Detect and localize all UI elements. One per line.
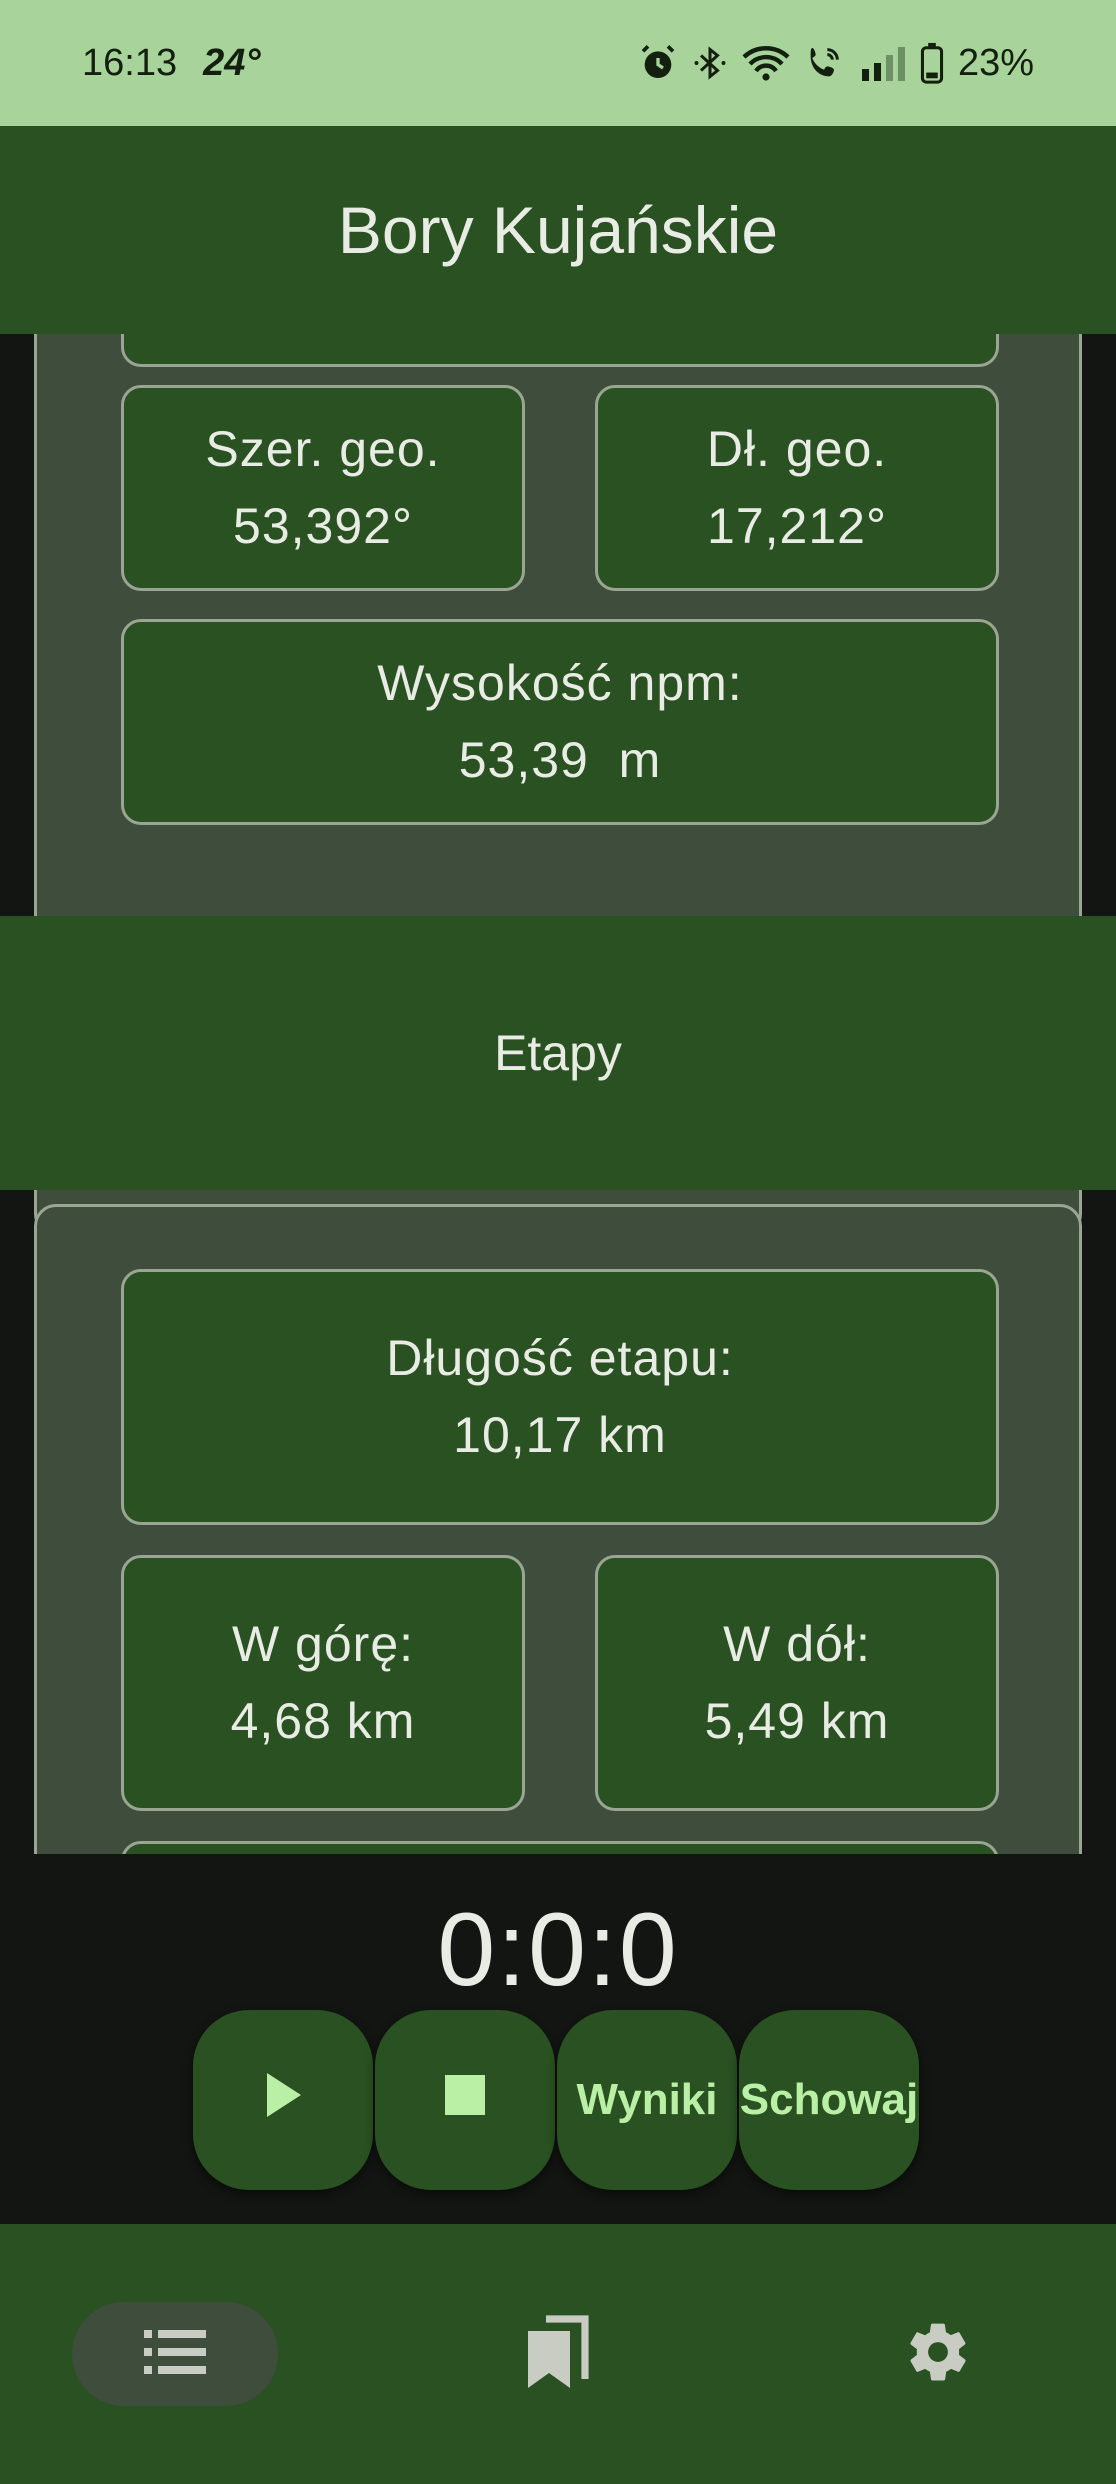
- status-right: 23%: [638, 42, 1034, 85]
- timer-controls: Wyniki Schowaj: [193, 2010, 919, 2190]
- stopwatch-timer: 0:0:0: [0, 1880, 1116, 2020]
- list-icon: [144, 2329, 206, 2379]
- ascent-tile: W górę: 4,68 km: [121, 1555, 525, 1811]
- results-button-label: Wyniki: [576, 2075, 718, 2124]
- nav-item-list[interactable]: [72, 2302, 278, 2406]
- latitude-label: Szer. geo.: [205, 420, 441, 477]
- hide-button[interactable]: Schowaj: [739, 2010, 919, 2190]
- status-bar: 16:13 24° 23%: [0, 0, 1116, 126]
- bottom-navigation: [0, 2224, 1116, 2484]
- descent-tile: W dół: 5,49 km: [595, 1555, 999, 1811]
- ascent-value: 4,68 km: [230, 1693, 416, 1749]
- stage-panel: Długość etapu: 10,17 km W górę: 4,68 km …: [34, 1204, 1082, 1854]
- hide-button-label: Schowaj: [739, 2075, 919, 2124]
- longitude-tile: Dł. geo. 17,212°: [595, 385, 999, 591]
- stage-length-value: 10,17 km: [453, 1407, 667, 1463]
- stop-icon: [445, 2074, 485, 2126]
- stage-tile-cut: [121, 1841, 999, 1854]
- longitude-label: Dł. geo.: [706, 420, 888, 477]
- stage-length-tile: Długość etapu: 10,17 km: [121, 1269, 999, 1525]
- settings-icon: [904, 2318, 972, 2391]
- battery-icon: [920, 42, 944, 84]
- latitude-value: 53,392°: [233, 498, 413, 554]
- stages-header[interactable]: Etapy: [0, 916, 1116, 1190]
- altitude-label: Wysokość npm:: [377, 654, 743, 711]
- wifi-icon: [742, 43, 790, 83]
- ascent-label: W górę:: [231, 1615, 415, 1672]
- stage-length-label: Długość etapu:: [386, 1329, 734, 1386]
- status-temperature: 24°: [203, 41, 261, 84]
- status-left: 16:13 24°: [82, 42, 261, 85]
- app-bar: Bory Kujańskie: [0, 126, 1116, 334]
- play-button[interactable]: [193, 2010, 373, 2190]
- status-time: 16:13: [82, 41, 178, 84]
- signal-icon: [858, 43, 906, 83]
- altitude-tile: Wysokość npm: 53,39 m: [121, 619, 999, 825]
- nav-item-bookmarks[interactable]: [500, 2302, 616, 2406]
- location-tile-cut: [121, 334, 999, 367]
- descent-value: 5,49 km: [704, 1693, 890, 1749]
- battery-percentage: 23%: [957, 41, 1034, 84]
- latitude-tile: Szer. geo. 53,392°: [121, 385, 525, 591]
- bluetooth-icon: [692, 43, 728, 83]
- nav-item-settings[interactable]: [880, 2302, 996, 2406]
- play-icon: [263, 2071, 303, 2130]
- page-title: Bory Kujańskie: [337, 193, 779, 267]
- altitude-value: 53,39 m: [458, 732, 662, 788]
- content-scroll-area[interactable]: Szer. geo. 53,392° Dł. geo. 17,212° Wyso…: [0, 334, 1116, 1854]
- bookmarks-icon: [525, 2313, 591, 2396]
- timer-value: 0:0:0: [437, 1891, 679, 2008]
- stages-header-title: Etapy: [494, 1025, 622, 1081]
- longitude-value: 17,212°: [707, 498, 887, 554]
- descent-label: W dół:: [723, 1615, 871, 1672]
- alarm-icon: [638, 43, 678, 83]
- stop-button[interactable]: [375, 2010, 555, 2190]
- wifi-calling-icon: [804, 43, 844, 83]
- results-button[interactable]: Wyniki: [557, 2010, 737, 2190]
